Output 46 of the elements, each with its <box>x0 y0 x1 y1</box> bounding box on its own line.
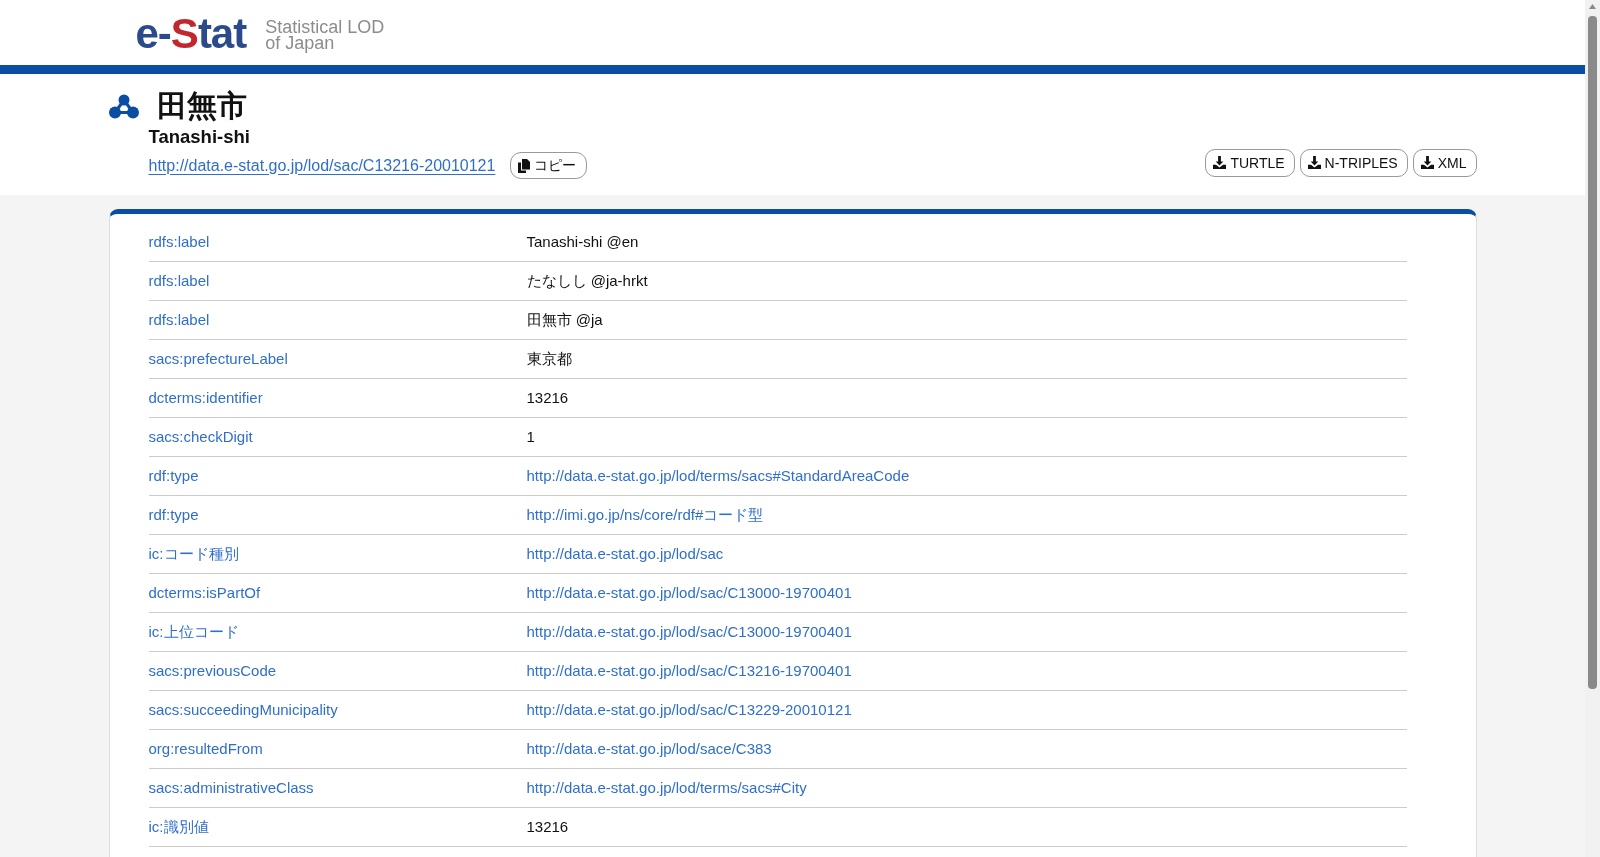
property-link[interactable]: ic:上位コード <box>148 623 239 641</box>
value-text: 東京都 <box>526 350 572 368</box>
copy-icon <box>518 158 531 173</box>
property-link[interactable]: ic:識別値 <box>148 818 209 836</box>
value-link[interactable]: http://data.e-stat.go.jp/lod/sac/C13229-20010121 <box>526 701 852 719</box>
property-link[interactable]: rdfs:label <box>148 272 210 290</box>
value-text: 13216 <box>526 389 569 407</box>
download-button[interactable]: XML <box>1412 148 1477 177</box>
property-link[interactable]: dcterms:identifier <box>148 389 263 407</box>
site-tagline: Statistical LOD of Japan <box>265 15 385 51</box>
site-logo[interactable]: e-Stat <box>135 10 247 55</box>
value-text: 田無市 @ja <box>526 311 603 329</box>
resource-subtitle: Tanashi-shi <box>148 126 250 148</box>
download-button[interactable]: N-TRIPLES <box>1299 148 1408 177</box>
property-link[interactable]: rdfs:label <box>148 233 210 251</box>
property-link[interactable]: rdf:type <box>148 506 199 524</box>
download-icon <box>1420 156 1434 169</box>
property-link[interactable]: sacs:prefectureLabel <box>148 350 288 368</box>
resource-uri-link[interactable]: http://data.e-stat.go.jp/lod/sac/C13216-20010121 <box>148 155 496 176</box>
value-text: 1 <box>526 428 535 446</box>
property-link[interactable]: dcterms:isPartOf <box>148 584 261 602</box>
value-link[interactable]: http://data.e-stat.go.jp/lod/sac/C13000-19700401 <box>526 623 852 641</box>
download-icon <box>1213 156 1227 169</box>
value-text: たなしし @ja-hrkt <box>526 272 648 290</box>
value-text: 13216 <box>526 818 569 836</box>
value-link[interactable]: http://data.e-stat.go.jp/lod/sac <box>526 545 724 563</box>
value-link[interactable]: http://imi.go.jp/ns/core/rdf#コード型 <box>526 506 764 524</box>
resource-title: 田無市 <box>156 88 247 124</box>
value-link[interactable]: http://data.e-stat.go.jp/lod/sac/C13000-19700401 <box>526 584 852 602</box>
download-button[interactable]: TURTLE <box>1205 148 1295 177</box>
property-link[interactable]: org:resultedFrom <box>148 740 263 758</box>
property-link[interactable]: sacs:succeedingMunicipality <box>148 701 338 719</box>
property-link[interactable]: sacs:checkDigit <box>148 428 253 446</box>
value-link[interactable]: http://data.e-stat.go.jp/lod/terms/sacs#City <box>526 779 807 797</box>
value-link[interactable]: http://data.e-stat.go.jp/lod/sac/C13216-19700401 <box>526 662 852 680</box>
property-link[interactable]: rdf:type <box>148 467 199 485</box>
copy-button[interactable]: コピー <box>510 152 588 179</box>
download-icon <box>1307 156 1321 169</box>
network-icon <box>108 93 139 119</box>
value-text: Tanashi-shi @en <box>526 233 639 251</box>
property-link[interactable]: ic:コード種別 <box>148 545 239 563</box>
property-link[interactable]: sacs:administrativeClass <box>148 779 314 797</box>
value-link[interactable]: http://data.e-stat.go.jp/lod/terms/sacs#StandardAreaCode <box>526 467 910 485</box>
property-link[interactable]: sacs:previousCode <box>148 662 277 680</box>
value-link[interactable]: http://data.e-stat.go.jp/lod/sace/C383 <box>526 740 772 758</box>
property-link[interactable]: rdfs:label <box>148 311 210 329</box>
